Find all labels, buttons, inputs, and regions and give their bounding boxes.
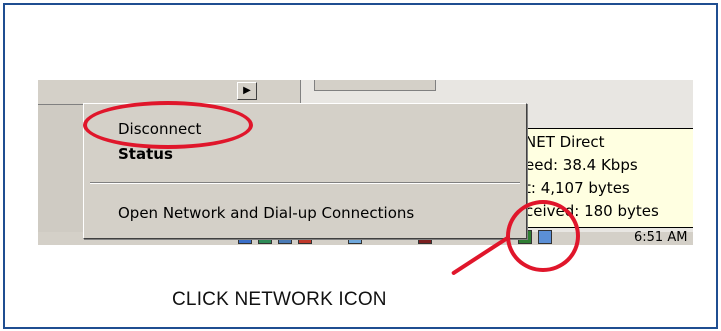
instruction-caption: CLICK NETWORK ICON (172, 289, 387, 310)
tooltip-connection-name: NET Direct (525, 133, 605, 151)
tooltip-bytes-sent: t: 4,107 bytes (525, 179, 630, 197)
menu-separator (90, 182, 520, 184)
background-window-button[interactable] (314, 80, 436, 91)
highlight-network-icon (506, 200, 580, 272)
tray-clock[interactable]: 6:51 AM (634, 230, 687, 245)
menu-item-open-network-connections[interactable]: Open Network and Dial-up Connections (118, 204, 414, 222)
highlight-disconnect (83, 101, 253, 149)
scroll-right-button[interactable]: ▶ (237, 82, 257, 100)
tooltip-speed: eed: 38.4 Kbps (525, 156, 638, 174)
toolbar-strip (38, 80, 238, 105)
